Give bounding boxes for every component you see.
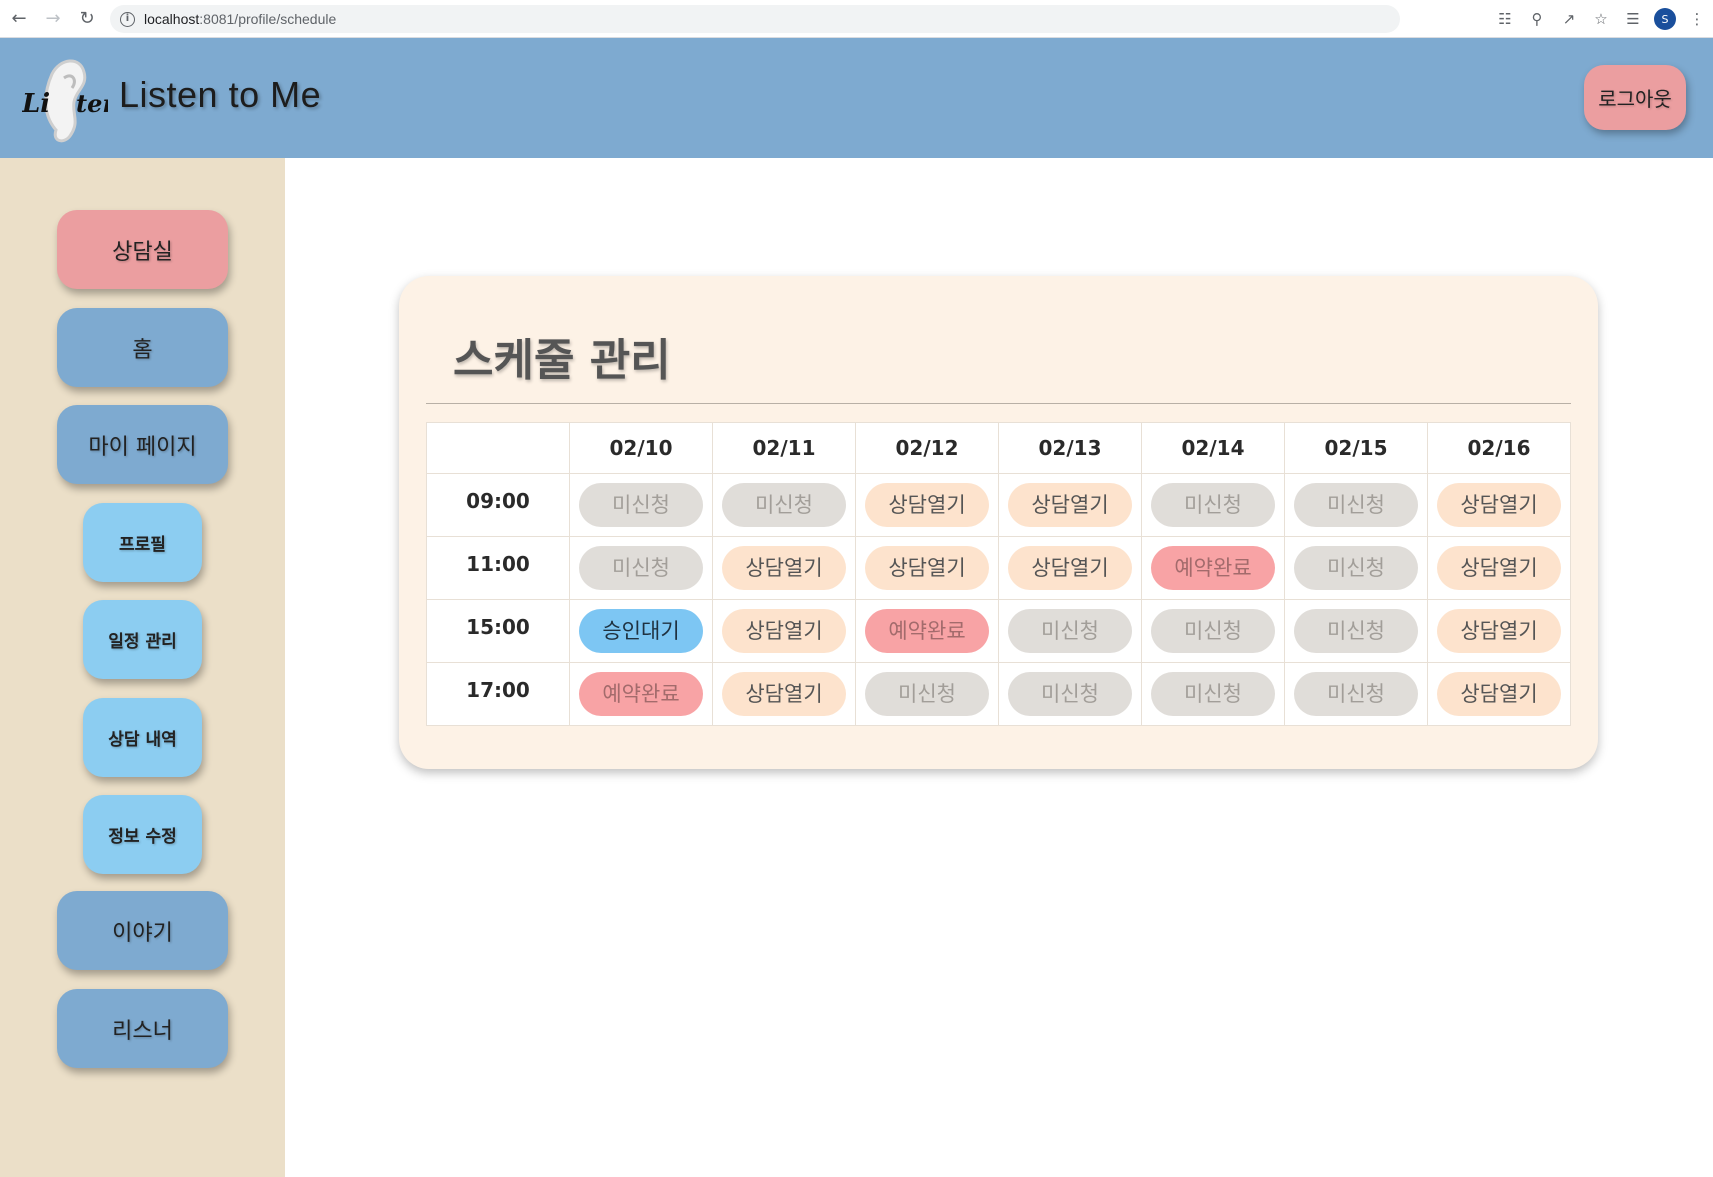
slot-button[interactable]: 예약완료 [1151, 546, 1275, 590]
time-label: 15:00 [426, 599, 570, 663]
slot-button[interactable]: 미신청 [1294, 483, 1418, 527]
reload-icon[interactable]: ↻ [72, 4, 102, 34]
slot-button[interactable]: 미신청 [1294, 609, 1418, 653]
sidebar-item-counseling-room[interactable]: 상담실 [57, 210, 228, 289]
slot-button[interactable]: 미신청 [1151, 483, 1275, 527]
slot-button[interactable]: 상담열기 [722, 672, 846, 716]
sidebar-item-my-page[interactable]: 마이 페이지 [57, 405, 228, 484]
app-header: Li ten Listen to Me 로그아웃 [0, 38, 1713, 158]
bookmark-star-icon[interactable]: ☆ [1585, 4, 1617, 34]
title-divider [426, 403, 1571, 404]
time-label: 09:00 [426, 473, 570, 537]
slot-button[interactable]: 상담열기 [722, 609, 846, 653]
slot-button[interactable]: 예약완료 [865, 609, 989, 653]
time-row: 11:00 미신청 상담열기 상담열기 상담열기 예약완료 미신청 상담열기 [426, 536, 1571, 600]
zoom-icon[interactable]: ⚲ [1521, 4, 1553, 34]
svg-text:Li: Li [22, 89, 50, 119]
date-header: 02/15 [1284, 422, 1428, 474]
slot-button[interactable]: 미신청 [1294, 546, 1418, 590]
date-header-row: 02/10 02/11 02/12 02/13 02/14 02/15 02/1… [426, 422, 1571, 474]
date-header: 02/12 [855, 422, 999, 474]
slot-button[interactable]: 예약완료 [579, 672, 703, 716]
slot-button[interactable]: 미신청 [865, 672, 989, 716]
slot-button[interactable]: 상담열기 [722, 546, 846, 590]
sidebar: 상담실 홈 마이 페이지 프로필 일정 관리 상담 내역 정보 수정 이야기 리… [0, 158, 285, 1177]
translate-icon[interactable]: ☷ [1489, 4, 1521, 34]
time-label: 17:00 [426, 662, 570, 726]
time-row: 15:00 승인대기 상담열기 예약완료 미신청 미신청 미신청 상담열기 [426, 599, 1571, 663]
app-title[interactable]: Listen to Me [119, 74, 321, 116]
forward-arrow-icon[interactable]: → [38, 4, 68, 34]
slot-button[interactable]: 미신청 [722, 483, 846, 527]
time-row: 17:00 예약완료 상담열기 미신청 미신청 미신청 미신청 상담열기 [426, 662, 1571, 726]
slot-button[interactable]: 상담열기 [1008, 546, 1132, 590]
browser-toolbar: ← → ↻ i localhost:8081/profile/schedule … [0, 0, 1713, 38]
menu-kebab-icon[interactable]: ⋮ [1681, 4, 1713, 34]
reading-list-icon[interactable]: ☰ [1617, 4, 1649, 34]
sidebar-item-edit-info[interactable]: 정보 수정 [83, 795, 202, 874]
schedule-table: 02/10 02/11 02/12 02/13 02/14 02/15 02/1… [426, 422, 1571, 726]
profile-avatar[interactable]: S [1649, 4, 1681, 34]
slot-button[interactable]: 상담열기 [1008, 483, 1132, 527]
logo-ear-icon[interactable]: Li ten [22, 52, 108, 144]
page-title: 스케줄 관리 [453, 335, 671, 386]
slot-button[interactable]: 미신청 [579, 483, 703, 527]
sidebar-item-counseling-history[interactable]: 상담 내역 [83, 698, 202, 777]
back-arrow-icon[interactable]: ← [4, 4, 34, 34]
slot-button[interactable]: 상담열기 [865, 546, 989, 590]
time-row: 09:00 미신청 미신청 상담열기 상담열기 미신청 미신청 상담열기 [426, 473, 1571, 537]
slot-button[interactable]: 미신청 [1151, 609, 1275, 653]
slot-button[interactable]: 미신청 [1151, 672, 1275, 716]
slot-button[interactable]: 승인대기 [579, 609, 703, 653]
sidebar-item-listeners[interactable]: 리스너 [57, 989, 228, 1068]
slot-button[interactable]: 미신청 [1008, 609, 1132, 653]
slot-button[interactable]: 상담열기 [1437, 672, 1561, 716]
slot-button[interactable]: 미신청 [579, 546, 703, 590]
schedule-card: 스케줄 관리 02/10 02/11 02/12 02/13 02/14 02/… [399, 276, 1598, 769]
slot-button[interactable]: 상담열기 [1437, 609, 1561, 653]
logout-button[interactable]: 로그아웃 [1584, 65, 1686, 130]
date-header: 02/13 [998, 422, 1142, 474]
time-label: 11:00 [426, 536, 570, 600]
slot-button[interactable]: 상담열기 [1437, 483, 1561, 527]
date-header: 02/11 [712, 422, 856, 474]
sidebar-item-stories[interactable]: 이야기 [57, 891, 228, 970]
date-header: 02/14 [1141, 422, 1285, 474]
share-icon[interactable]: ↗ [1553, 4, 1585, 34]
slot-button[interactable]: 상담열기 [865, 483, 989, 527]
url-text[interactable]: localhost:8081/profile/schedule [144, 11, 336, 27]
slot-button[interactable]: 상담열기 [1437, 546, 1561, 590]
site-info-icon[interactable]: i [120, 11, 135, 27]
slot-button[interactable]: 미신청 [1294, 672, 1418, 716]
sidebar-item-schedule[interactable]: 일정 관리 [83, 600, 202, 679]
sidebar-item-home[interactable]: 홈 [57, 308, 228, 387]
slot-button[interactable]: 미신청 [1008, 672, 1132, 716]
date-header: 02/16 [1427, 422, 1571, 474]
address-bar[interactable]: i localhost:8081/profile/schedule [110, 5, 1400, 33]
date-header: 02/10 [569, 422, 713, 474]
sidebar-item-profile[interactable]: 프로필 [83, 503, 202, 582]
svg-text:ten: ten [76, 89, 108, 118]
corner-cell [426, 422, 570, 474]
